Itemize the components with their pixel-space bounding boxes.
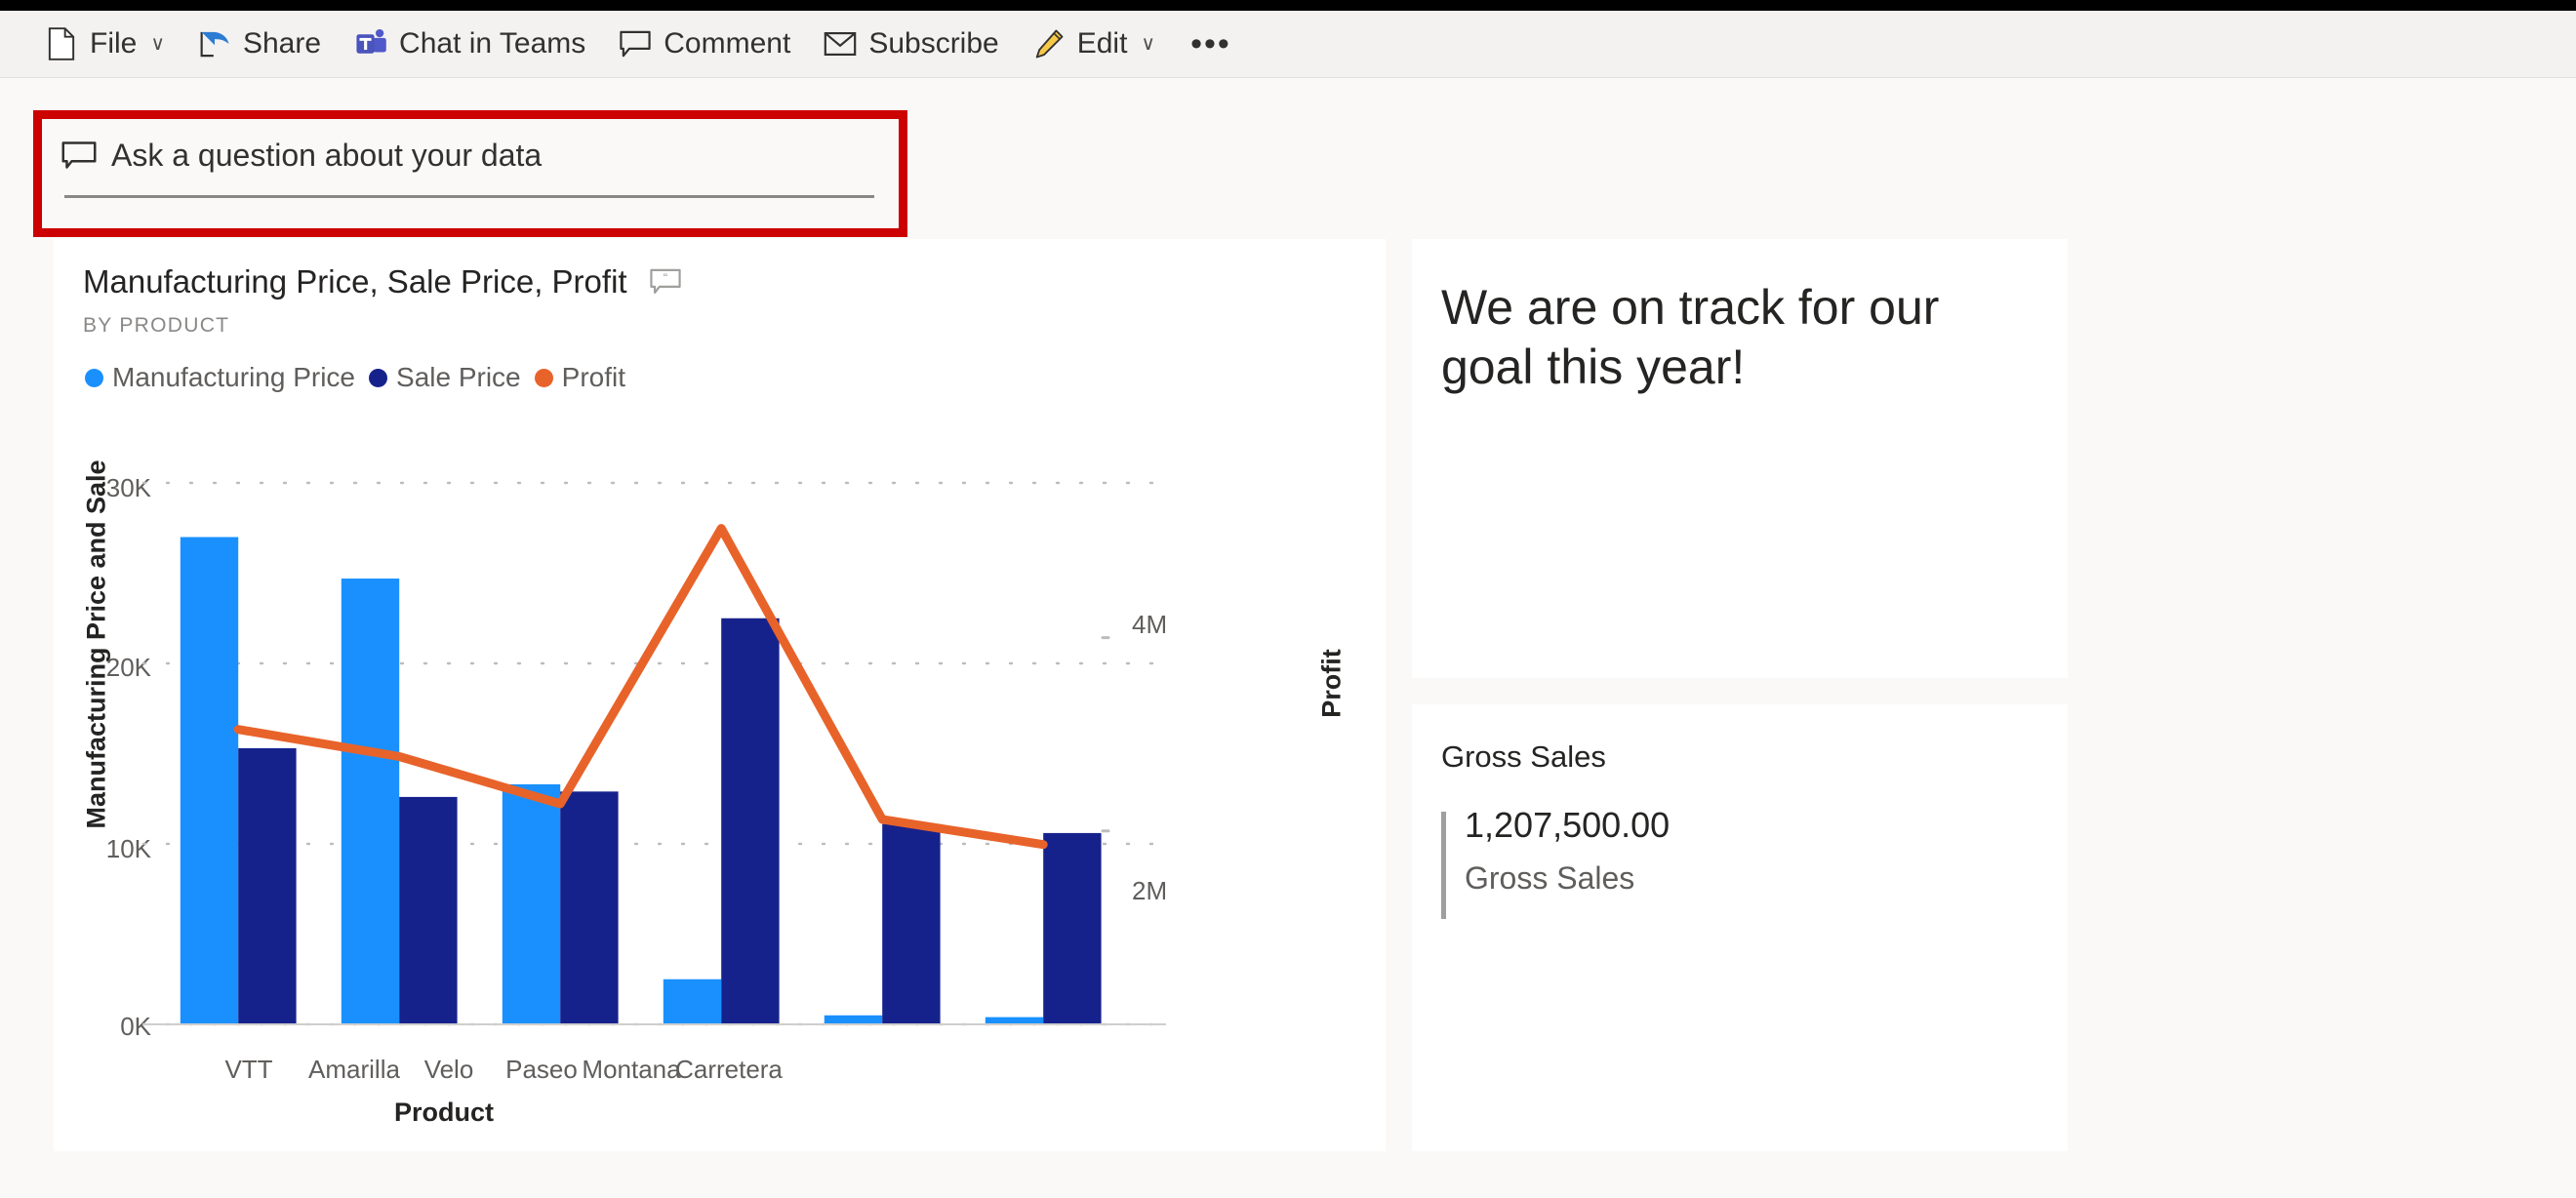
- goal-text: We are on track for our goal this year!: [1441, 280, 1940, 394]
- qna-bar[interactable]: Ask a question about your data: [51, 127, 890, 220]
- bar-sale-price-carretera[interactable]: [1043, 832, 1102, 1024]
- toolbar-item-subscribe[interactable]: Subscribe: [812, 19, 1010, 69]
- chevron-down-icon: ∨: [150, 33, 165, 55]
- kpi-value: 1,207,500.00: [1465, 805, 1670, 845]
- toolbar-item-comment[interactable]: Comment: [607, 19, 802, 69]
- kpi-caption: Gross Sales: [1465, 860, 1635, 896]
- bar-manufacturing-price-carretera[interactable]: [985, 1017, 1044, 1024]
- toolbar-overflow-button[interactable]: •••: [1177, 27, 1245, 60]
- chevron-down-icon: ∨: [1141, 33, 1156, 55]
- bar-manufacturing-price-montana[interactable]: [824, 1015, 883, 1024]
- bar-sale-price-montana[interactable]: [882, 823, 941, 1024]
- bar-sale-price-amarilla[interactable]: [399, 796, 458, 1024]
- combo-chart-visual[interactable]: Manufacturing Price, Sale Price, Profit …: [54, 239, 1386, 1151]
- chart-bar-series: [180, 537, 1102, 1025]
- bar-manufacturing-price-velo[interactable]: [502, 783, 561, 1024]
- toolbar-item-edit[interactable]: Edit ∨: [1021, 19, 1167, 69]
- report-page: File ∨ Share Chat in Teams Comment Subsc…: [0, 0, 2576, 1198]
- chart-gridlines: [141, 481, 1168, 1026]
- toolbar-label-subscribe: Subscribe: [868, 27, 999, 60]
- toolbar-label-comment: Comment: [664, 27, 791, 60]
- qna-placeholder-text[interactable]: Ask a question about your data: [111, 140, 542, 171]
- toolbar-label-share: Share: [242, 27, 322, 60]
- bar-manufacturing-price-paseo[interactable]: [663, 978, 722, 1024]
- bar-manufacturing-price-amarilla[interactable]: [341, 579, 400, 1024]
- kpi-title: Gross Sales: [1441, 739, 1606, 774]
- kpi-accent-bar: [1441, 812, 1446, 919]
- teams-icon: [354, 27, 387, 60]
- qna-input-row[interactable]: Ask a question about your data: [51, 127, 890, 183]
- qna-underline: [64, 195, 874, 198]
- window-top-strip: [0, 0, 2576, 11]
- chart-svg-canvas: [141, 481, 1168, 1026]
- toolbar-label-edit: Edit: [1076, 27, 1128, 60]
- file-icon: [45, 27, 78, 60]
- chart-line-series: [143, 524, 1166, 1025]
- comment-icon: [619, 27, 652, 60]
- pencil-icon: [1032, 27, 1066, 60]
- command-bar-divider: [0, 77, 2576, 78]
- toolbar-item-share[interactable]: Share: [186, 19, 333, 69]
- toolbar-label-chat-in-teams: Chat in Teams: [399, 27, 586, 60]
- bar-sale-price-paseo[interactable]: [721, 618, 780, 1024]
- toolbar-label-file: File: [90, 27, 138, 60]
- bar-sale-price-velo[interactable]: [560, 791, 619, 1024]
- goal-textbox-visual[interactable]: We are on track for our goal this year!: [1412, 239, 2068, 678]
- mail-icon: [824, 27, 857, 60]
- bar-sale-price-vtt[interactable]: [238, 747, 297, 1024]
- share-icon: [198, 27, 231, 60]
- bar-manufacturing-price-vtt[interactable]: [180, 537, 239, 1025]
- gross-sales-card-visual[interactable]: Gross Sales 1,207,500.00 Gross Sales: [1412, 704, 2068, 1151]
- toolbar-item-file[interactable]: File ∨: [33, 19, 177, 69]
- qna-bubble-icon: [60, 140, 98, 170]
- toolbar-item-chat-in-teams[interactable]: Chat in Teams: [342, 19, 597, 69]
- command-bar: File ∨ Share Chat in Teams Comment Subsc…: [0, 11, 2576, 77]
- chart-plot-area[interactable]: Manufacturing Price and Sale Profit Prod…: [54, 239, 1386, 1151]
